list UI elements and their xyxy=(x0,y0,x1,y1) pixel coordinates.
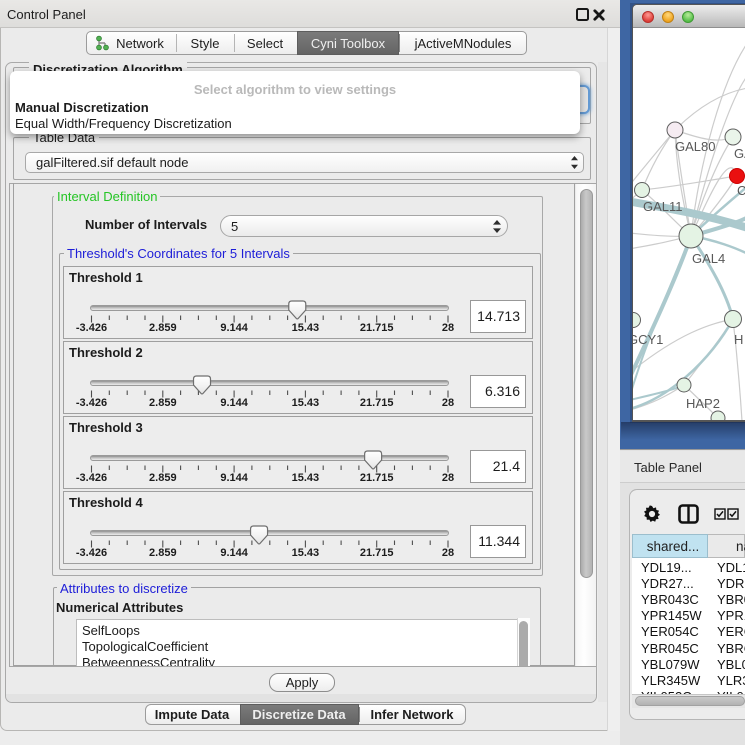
svg-text:GAL4: GAL4 xyxy=(692,251,725,266)
svg-text:C: C xyxy=(737,183,745,198)
svg-text:GA: GA xyxy=(734,146,745,161)
svg-text:GAL80: GAL80 xyxy=(675,139,715,154)
svg-text:GAL11: GAL11 xyxy=(643,199,683,214)
svg-text:HAP2: HAP2 xyxy=(686,396,720,411)
svg-text:H: H xyxy=(734,332,743,347)
svg-text:GCY1: GCY1 xyxy=(633,332,663,347)
